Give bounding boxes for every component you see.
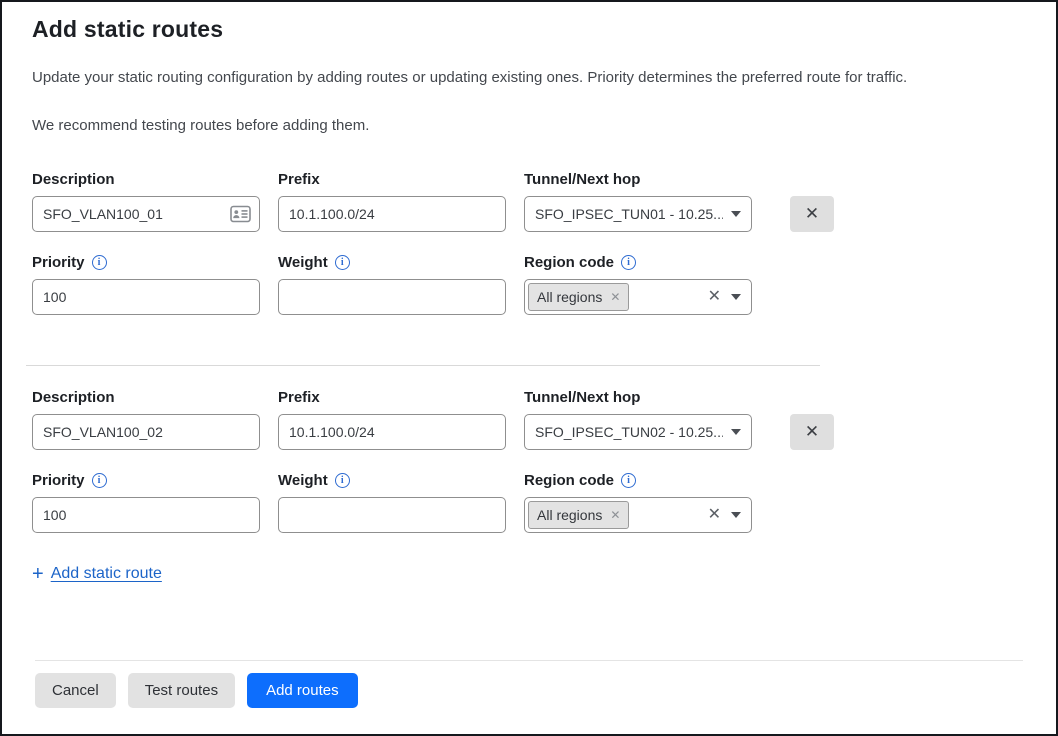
region-label: Region code i [524, 254, 752, 271]
region-tag-label: All regions [537, 289, 602, 305]
region-label: Region code i [524, 472, 752, 489]
info-icon[interactable]: i [621, 255, 636, 270]
close-icon: ✕ [805, 422, 819, 442]
weight-input[interactable] [278, 279, 506, 315]
chevron-down-icon [731, 512, 741, 518]
prefix-label: Prefix [278, 171, 506, 188]
add-static-route-link[interactable]: + Add static route [32, 564, 162, 584]
tunnel-selected-value: SFO_IPSEC_TUN02 - 10.25... [535, 424, 723, 440]
route-1-region-field: Region code i All regions ✕ ✕ [524, 254, 752, 315]
clear-selection-icon[interactable]: ✕ [706, 507, 723, 523]
route-group-2: Description Prefix Tunnel/Next hop SFO_I… [32, 389, 1026, 533]
route-2-secondary-row: Priority i Weight i Region code i [32, 472, 1026, 533]
route-2-priority-field: Priority i [32, 472, 260, 533]
recommend-text: We recommend testing routes before addin… [32, 117, 1026, 134]
prefix-input[interactable] [278, 414, 506, 450]
route-1-main-row: Description [32, 171, 1026, 232]
priority-input[interactable] [32, 279, 260, 315]
route-1-prefix-field: Prefix [278, 171, 506, 232]
info-icon[interactable]: i [621, 473, 636, 488]
priority-label: Priority i [32, 254, 260, 271]
route-1-priority-field: Priority i [32, 254, 260, 315]
add-routes-button[interactable]: Add routes [247, 673, 358, 708]
info-icon[interactable]: i [92, 255, 107, 270]
plus-icon: + [32, 564, 44, 584]
page-title: Add static routes [32, 16, 1026, 43]
dialog-footer: Cancel Test routes Add routes [35, 660, 1023, 734]
remove-tag-icon[interactable]: ✕ [610, 291, 620, 303]
route-group-1: Description [32, 171, 1026, 315]
remove-tag-icon[interactable]: ✕ [610, 509, 620, 521]
region-select[interactable]: All regions ✕ ✕ [524, 497, 752, 533]
route-2-region-field: Region code i All regions ✕ ✕ [524, 472, 752, 533]
description-input[interactable] [32, 196, 260, 232]
route-1-description-field: Description [32, 171, 260, 232]
add-static-routes-dialog: Add static routes Update your static rou… [2, 2, 1056, 734]
delete-route-button[interactable]: ✕ [790, 414, 834, 450]
description-label: Description [32, 389, 260, 406]
clear-selection-icon[interactable]: ✕ [706, 289, 723, 305]
priority-input[interactable] [32, 497, 260, 533]
delete-route-button[interactable]: ✕ [790, 196, 834, 232]
footer-buttons: Cancel Test routes Add routes [35, 673, 1023, 708]
tunnel-select[interactable]: SFO_IPSEC_TUN02 - 10.25... [524, 414, 752, 450]
cancel-button[interactable]: Cancel [35, 673, 116, 708]
route-2-weight-field: Weight i [278, 472, 506, 533]
chevron-down-icon [731, 211, 741, 217]
prefix-input[interactable] [278, 196, 506, 232]
region-tag: All regions ✕ [528, 283, 629, 311]
region-tag-label: All regions [537, 507, 602, 523]
tunnel-label: Tunnel/Next hop [524, 171, 752, 188]
description-label: Description [32, 171, 260, 188]
intro-text: Update your static routing configuration… [32, 69, 1026, 86]
weight-input[interactable] [278, 497, 506, 533]
chevron-down-icon [731, 294, 741, 300]
add-static-route-label: Add static route [51, 565, 162, 583]
route-1-tunnel-field: Tunnel/Next hop SFO_IPSEC_TUN01 - 10.25.… [524, 171, 752, 232]
region-tag: All regions ✕ [528, 501, 629, 529]
contact-card-autofill-icon[interactable] [230, 206, 251, 223]
route-2-main-row: Description Prefix Tunnel/Next hop SFO_I… [32, 389, 1026, 450]
weight-label: Weight i [278, 254, 506, 271]
priority-label: Priority i [32, 472, 260, 489]
route-2-prefix-field: Prefix [278, 389, 506, 450]
description-input[interactable] [32, 414, 260, 450]
route-2-tunnel-field: Tunnel/Next hop SFO_IPSEC_TUN02 - 10.25.… [524, 389, 752, 450]
tunnel-selected-value: SFO_IPSEC_TUN01 - 10.25... [535, 206, 723, 222]
test-routes-button[interactable]: Test routes [128, 673, 235, 708]
tunnel-label: Tunnel/Next hop [524, 389, 752, 406]
route-divider [26, 365, 820, 366]
info-icon[interactable]: i [335, 255, 350, 270]
route-1-weight-field: Weight i [278, 254, 506, 315]
dialog-content: Add static routes Update your static rou… [2, 2, 1056, 660]
route-1-secondary-row: Priority i Weight i Region code i [32, 254, 1026, 315]
route-2-description-field: Description [32, 389, 260, 450]
weight-label: Weight i [278, 472, 506, 489]
prefix-label: Prefix [278, 389, 506, 406]
tunnel-select[interactable]: SFO_IPSEC_TUN01 - 10.25... [524, 196, 752, 232]
info-icon[interactable]: i [92, 473, 107, 488]
close-icon: ✕ [805, 204, 819, 224]
info-icon[interactable]: i [335, 473, 350, 488]
region-select[interactable]: All regions ✕ ✕ [524, 279, 752, 315]
chevron-down-icon [731, 429, 741, 435]
